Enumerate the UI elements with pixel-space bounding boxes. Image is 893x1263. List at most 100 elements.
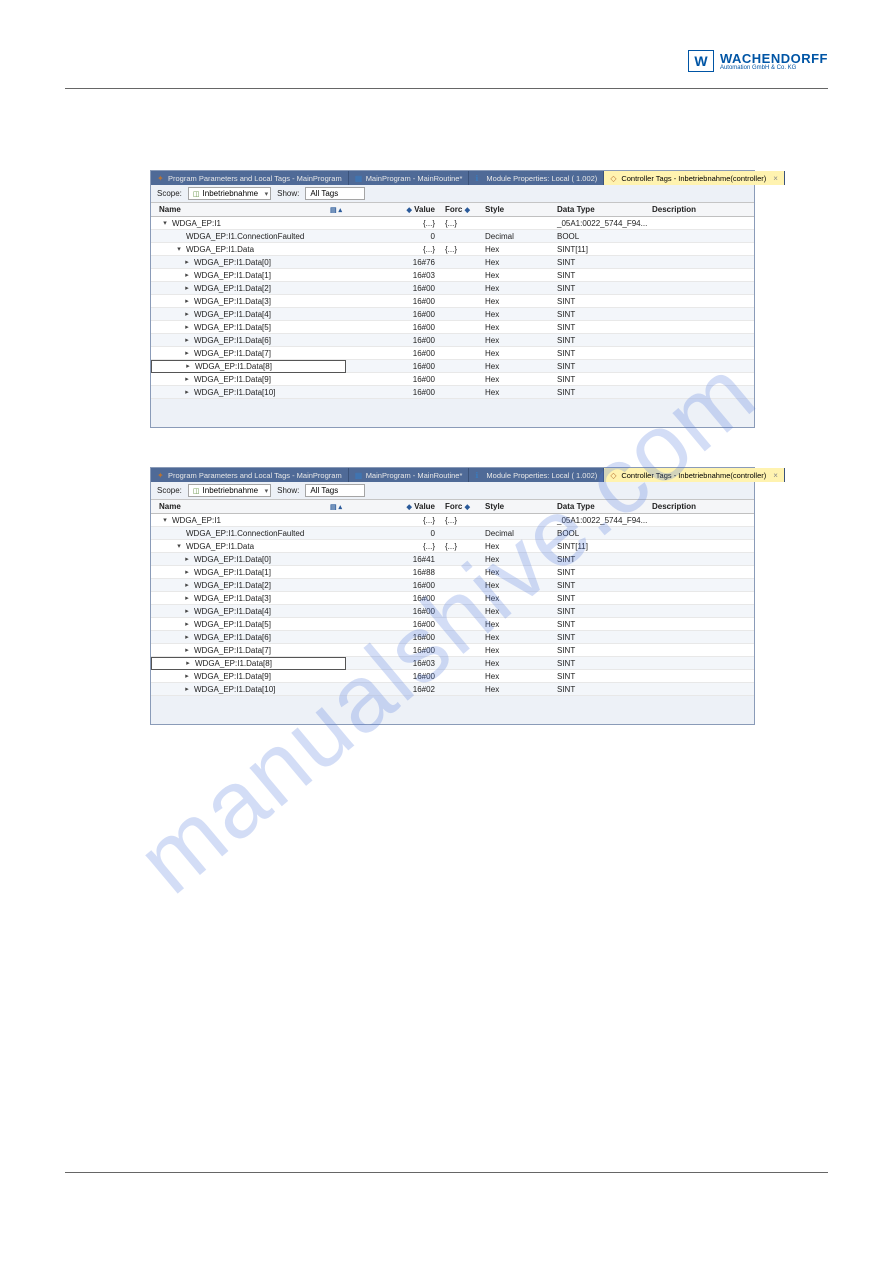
table-row[interactable]: ▸WDGA_EP:I1.Data[8]16#03HexSINT xyxy=(151,657,754,670)
table-row[interactable]: ▸WDGA_EP:I1.Data[7]16#00HexSINT xyxy=(151,644,754,657)
show-input[interactable]: All Tags xyxy=(305,187,365,200)
col-value[interactable]: ◆ Value xyxy=(346,502,441,511)
cell-datatype: SINT xyxy=(553,607,648,616)
expand-toggle-icon[interactable]: ▾ xyxy=(175,245,183,253)
col-force[interactable]: Forc ◆ xyxy=(441,205,481,214)
expand-toggle-icon[interactable]: ▸ xyxy=(183,336,191,344)
col-force[interactable]: Forc ◆ xyxy=(441,502,481,511)
expand-toggle-icon[interactable]: ▸ xyxy=(183,646,191,654)
cell-datatype: SINT xyxy=(553,581,648,590)
table-row[interactable]: ▸WDGA_EP:I1.Data[1]16#03HexSINT xyxy=(151,269,754,282)
table-row[interactable]: ▸WDGA_EP:I1.Data[5]16#00HexSINT xyxy=(151,321,754,334)
tab-module[interactable]: Module Properties: Local ( 1.002) xyxy=(469,468,604,482)
expand-toggle-icon[interactable]: ▸ xyxy=(183,607,191,615)
scope-dropdown[interactable]: ◫Inbetriebnahme xyxy=(188,484,271,497)
cell-style: Hex xyxy=(481,659,553,668)
expand-toggle-icon[interactable]: ▸ xyxy=(183,685,191,693)
table-row[interactable]: ▸WDGA_EP:I1.Data[4]16#00HexSINT xyxy=(151,605,754,618)
table-row[interactable]: ▸WDGA_EP:I1.Data[9]16#00HexSINT xyxy=(151,670,754,683)
expand-toggle-icon[interactable]: ▸ xyxy=(183,271,191,279)
table-row[interactable]: ▸WDGA_EP:I1.Data[3]16#00HexSINT xyxy=(151,592,754,605)
expand-toggle-icon[interactable]: ▸ xyxy=(183,555,191,563)
col-style[interactable]: Style xyxy=(481,502,553,511)
table-row[interactable]: ▾WDGA_EP:I1.Data{...}{...}HexSINT[11] xyxy=(151,243,754,256)
col-sort[interactable]: ▤ ▴ xyxy=(326,206,346,214)
expand-toggle-icon[interactable]: ▾ xyxy=(161,219,169,227)
cell-name: ▾WDGA_EP:I1 xyxy=(151,219,221,228)
cell-datatype: SINT xyxy=(553,672,648,681)
cell-name: ▸WDGA_EP:I1.Data[0] xyxy=(151,258,271,267)
expand-toggle-icon[interactable]: ▸ xyxy=(183,375,191,383)
show-value: All Tags xyxy=(310,486,338,495)
tab-param[interactable]: Program Parameters and Local Tags - Main… xyxy=(151,468,349,482)
cell-style: Hex xyxy=(481,620,553,629)
col-description[interactable]: Description xyxy=(648,502,754,511)
table-row[interactable]: ▸WDGA_EP:I1.Data[3]16#00HexSINT xyxy=(151,295,754,308)
col-name[interactable]: Name xyxy=(151,205,326,214)
expand-toggle-icon[interactable]: ▸ xyxy=(183,310,191,318)
tab-param[interactable]: Program Parameters and Local Tags - Main… xyxy=(151,171,349,185)
expand-toggle-icon[interactable]: ▾ xyxy=(175,542,183,550)
col-datatype[interactable]: Data Type xyxy=(553,205,648,214)
table-row[interactable]: ▾WDGA_EP:I1{...}{...}_05A1:0022_5744_F94… xyxy=(151,514,754,527)
cell-datatype: SINT xyxy=(553,362,648,371)
table-row[interactable]: ▸WDGA_EP:I1.Data[0]16#76HexSINT xyxy=(151,256,754,269)
cell-value: {...} xyxy=(346,245,441,254)
cell-name: ▸WDGA_EP:I1.Data[1] xyxy=(151,271,271,280)
expand-toggle-icon[interactable]: ▸ xyxy=(183,620,191,628)
expand-toggle-icon[interactable]: ▸ xyxy=(183,297,191,305)
expand-toggle-icon[interactable]: ▸ xyxy=(183,672,191,680)
table-row[interactable]: ▸WDGA_EP:I1.Data[6]16#00HexSINT xyxy=(151,334,754,347)
expand-toggle-icon[interactable]: ▾ xyxy=(161,516,169,524)
table-row[interactable]: ▸WDGA_EP:I1.Data[8]16#00HexSINT xyxy=(151,360,754,373)
cell-value: 16#00 xyxy=(346,375,441,384)
col-name[interactable]: Name xyxy=(151,502,326,511)
module-icon xyxy=(475,471,483,479)
expand-toggle-icon[interactable]: ▸ xyxy=(184,659,192,667)
expand-toggle-icon[interactable]: ▸ xyxy=(183,568,191,576)
table-row[interactable]: ▾WDGA_EP:I1.Data{...}{...}HexSINT[11] xyxy=(151,540,754,553)
col-value[interactable]: ◆ Value xyxy=(346,205,441,214)
table-row[interactable]: WDGA_EP:I1.ConnectionFaulted0DecimalBOOL xyxy=(151,527,754,540)
expand-toggle-icon[interactable]: ▸ xyxy=(183,388,191,396)
table-row[interactable]: WDGA_EP:I1.ConnectionFaulted0DecimalBOOL xyxy=(151,230,754,243)
col-description[interactable]: Description xyxy=(648,205,754,214)
table-row[interactable]: ▸WDGA_EP:I1.Data[9]16#00HexSINT xyxy=(151,373,754,386)
ctags-icon xyxy=(610,471,618,479)
col-style[interactable]: Style xyxy=(481,205,553,214)
tab-routine[interactable]: MainProgram - MainRoutine* xyxy=(349,171,470,185)
table-row[interactable]: ▸WDGA_EP:I1.Data[10]16#02HexSINT xyxy=(151,683,754,696)
cell-datatype: SINT xyxy=(553,271,648,280)
tab-routine[interactable]: MainProgram - MainRoutine* xyxy=(349,468,470,482)
table-row[interactable]: ▸WDGA_EP:I1.Data[2]16#00HexSINT xyxy=(151,579,754,592)
table-row[interactable]: ▸WDGA_EP:I1.Data[0]16#41HexSINT xyxy=(151,553,754,566)
close-icon[interactable]: × xyxy=(773,174,778,183)
expand-toggle-icon[interactable]: ▸ xyxy=(183,284,191,292)
tab-ctags[interactable]: Controller Tags - Inbetriebnahme(control… xyxy=(604,171,785,185)
expand-toggle-icon[interactable]: ▸ xyxy=(183,594,191,602)
table-row[interactable]: ▸WDGA_EP:I1.Data[6]16#00HexSINT xyxy=(151,631,754,644)
table-row[interactable]: ▸WDGA_EP:I1.Data[7]16#00HexSINT xyxy=(151,347,754,360)
expand-toggle-icon[interactable]: ▸ xyxy=(183,633,191,641)
expand-toggle-icon[interactable]: ▸ xyxy=(183,349,191,357)
tab-ctags[interactable]: Controller Tags - Inbetriebnahme(control… xyxy=(604,468,785,482)
expand-toggle-icon[interactable]: ▸ xyxy=(183,323,191,331)
table-row[interactable]: ▾WDGA_EP:I1{...}{...}_05A1:0022_5744_F94… xyxy=(151,217,754,230)
show-input[interactable]: All Tags xyxy=(305,484,365,497)
tab-label: Module Properties: Local ( 1.002) xyxy=(486,471,597,480)
scope-dropdown[interactable]: ◫Inbetriebnahme xyxy=(188,187,271,200)
table-row[interactable]: ▸WDGA_EP:I1.Data[4]16#00HexSINT xyxy=(151,308,754,321)
table-row[interactable]: ▸WDGA_EP:I1.Data[2]16#00HexSINT xyxy=(151,282,754,295)
table-row[interactable]: ▸WDGA_EP:I1.Data[1]16#88HexSINT xyxy=(151,566,754,579)
col-datatype[interactable]: Data Type xyxy=(553,502,648,511)
close-icon[interactable]: × xyxy=(773,471,778,480)
expand-toggle-icon[interactable]: ▸ xyxy=(184,362,192,370)
table-row[interactable]: ▸WDGA_EP:I1.Data[5]16#00HexSINT xyxy=(151,618,754,631)
expand-toggle-icon[interactable]: ▸ xyxy=(183,258,191,266)
expand-toggle-icon[interactable]: ▸ xyxy=(183,581,191,589)
tab-module[interactable]: Module Properties: Local ( 1.002) xyxy=(469,171,604,185)
ctags-icon xyxy=(610,174,618,182)
cell-style: Hex xyxy=(481,633,553,642)
table-row[interactable]: ▸WDGA_EP:I1.Data[10]16#00HexSINT xyxy=(151,386,754,399)
col-sort[interactable]: ▤ ▴ xyxy=(326,503,346,511)
